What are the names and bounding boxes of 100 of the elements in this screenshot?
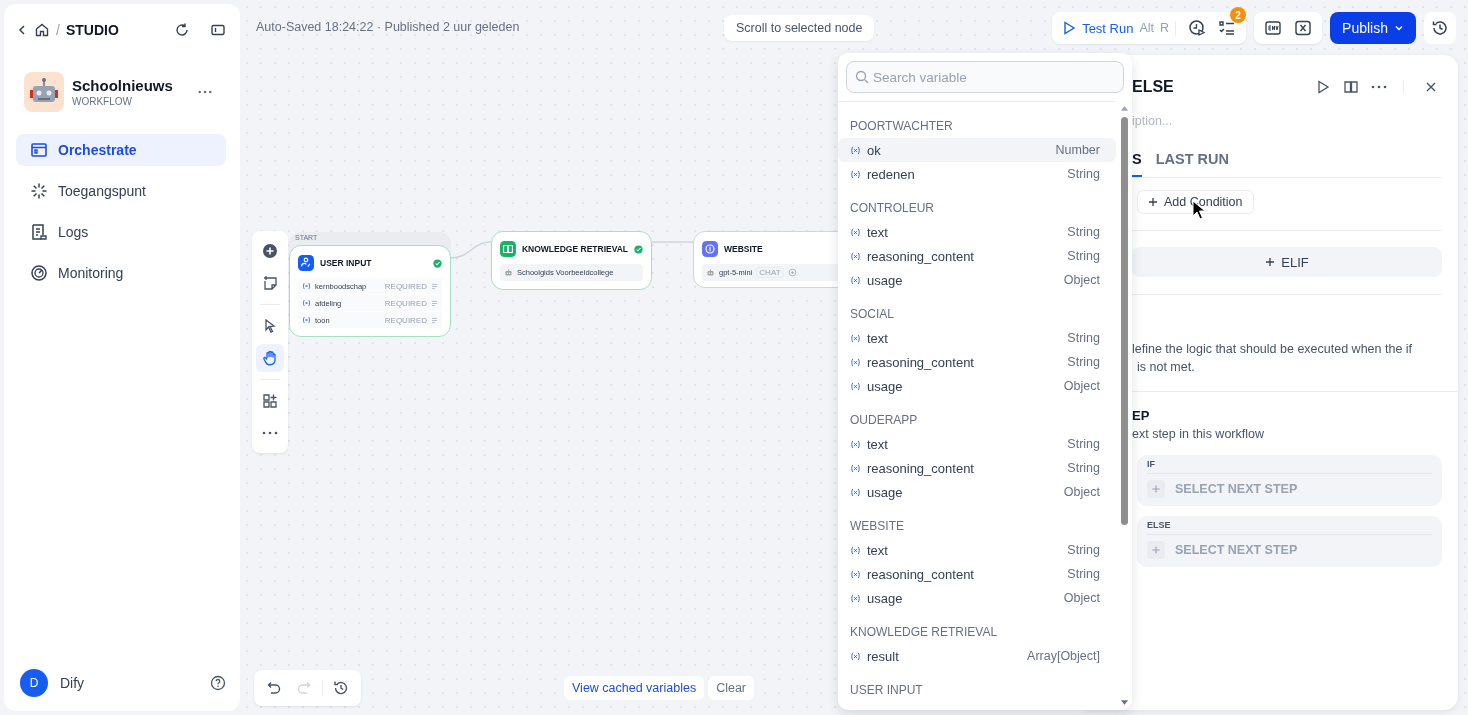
node-title: KNOWLEDGE RETRIEVAL — [521, 244, 629, 254]
plus-icon — [1147, 541, 1165, 559]
canvas-tool[interactable] — [256, 344, 284, 372]
view-cached-variables-button[interactable]: View cached variables — [564, 676, 705, 700]
nav-item[interactable]: Toegangspunt — [16, 175, 226, 207]
field-type-icon — [431, 282, 438, 290]
node-type-icon — [702, 241, 718, 257]
group-heading: OUDERAPP — [849, 412, 919, 429]
variable-option[interactable]: reasoning_content String — [838, 350, 1116, 374]
section-title: EP — [1132, 408, 1151, 423]
home-icon[interactable] — [34, 22, 50, 38]
variable-option[interactable]: usage Object — [838, 374, 1116, 398]
variable-option[interactable]: redenen String — [838, 162, 1116, 186]
variable-icon — [850, 227, 861, 237]
node-type-icon — [298, 255, 314, 271]
plus-icon — [1148, 197, 1158, 207]
field-tag: REQUIRED — [384, 281, 427, 291]
nav-item[interactable]: Orchestrate — [16, 134, 226, 166]
variable-icon — [850, 357, 861, 367]
refresh-icon[interactable] — [174, 22, 190, 38]
history-icon[interactable] — [333, 680, 349, 696]
breadcrumb-label[interactable]: STUDIO — [65, 22, 119, 38]
edge-line — [450, 241, 492, 259]
section-description: ext step in this workflow — [1132, 427, 1265, 441]
variable-icon — [850, 275, 861, 285]
pointer-icon — [262, 318, 278, 334]
plus-icon — [1265, 257, 1276, 267]
count-badge: 2 — [1230, 7, 1247, 23]
more-icon[interactable] — [198, 90, 212, 94]
document-icon — [30, 223, 48, 241]
nav-item[interactable]: Logs — [16, 216, 226, 248]
variable-icon — [302, 316, 311, 324]
history-icon — [1431, 19, 1449, 37]
back-icon[interactable] — [16, 24, 28, 36]
scroll-to-node-button[interactable]: Scroll to selected node — [724, 15, 875, 41]
variable-option[interactable]: text String — [838, 326, 1116, 350]
help-icon[interactable] — [210, 675, 226, 691]
node-title: USER INPUT — [320, 258, 373, 268]
chevron-down-icon — [1394, 23, 1404, 33]
else-description: is not met. — [1137, 359, 1196, 376]
elif-button[interactable]: ELIF — [1132, 247, 1442, 277]
scroll-down-icon[interactable] — [1119, 700, 1129, 706]
variable-icon — [850, 333, 861, 343]
version-history-button[interactable] — [1424, 12, 1456, 44]
app-name: Schoolnieuws — [72, 77, 174, 94]
search-icon — [855, 70, 869, 84]
variable-icon — [850, 169, 861, 179]
gauge-icon — [30, 264, 48, 282]
settings-icon — [787, 268, 797, 277]
group-heading: POORTWACHTER — [849, 118, 954, 135]
variable-option[interactable]: reasoning_content String — [838, 456, 1116, 480]
variable-icon — [850, 439, 861, 449]
book-icon[interactable] — [1343, 79, 1359, 95]
nav-item[interactable]: Monitoring — [16, 257, 226, 289]
sidebar-toggle-icon[interactable] — [210, 22, 226, 38]
panel-tab[interactable]: LAST RUN — [1155, 151, 1229, 177]
variable-icon[interactable] — [1294, 19, 1313, 37]
breadcrumb-separator: / — [56, 22, 60, 38]
variable-option[interactable]: usage Object — [838, 586, 1116, 610]
variable-icon — [850, 145, 861, 155]
app-type: WORKFLOW — [72, 96, 133, 107]
robot-icon — [706, 268, 715, 277]
variable-icon — [850, 251, 861, 261]
variable-option[interactable]: text String — [838, 432, 1116, 456]
variable-option[interactable]: reasoning_content String — [838, 562, 1116, 586]
note-icon — [262, 275, 278, 291]
play-icon[interactable] — [1315, 79, 1331, 95]
robot-avatar-icon — [24, 72, 64, 112]
user-name: Dify — [60, 675, 85, 691]
burst-icon — [30, 182, 48, 200]
publish-button[interactable]: Publish — [1330, 12, 1416, 44]
variable-icon — [302, 299, 311, 307]
scrollbar[interactable] — [1119, 105, 1129, 706]
window-icon — [30, 141, 48, 159]
user-avatar[interactable]: D — [20, 669, 48, 697]
variable-option[interactable]: text String — [838, 538, 1116, 562]
clock-play-icon[interactable] — [1188, 19, 1207, 37]
checklist-icon[interactable] — [1218, 19, 1237, 37]
scroll-up-icon[interactable] — [1119, 105, 1129, 111]
branch-label: IF — [1147, 459, 1432, 474]
group-heading: USER INPUT — [849, 682, 924, 699]
variable-option[interactable]: result Array[Object] — [838, 644, 1116, 668]
variable-option[interactable]: usage Object — [838, 480, 1116, 504]
env-icon[interactable] — [1264, 19, 1283, 37]
hand-icon — [262, 350, 278, 366]
group-heading: WEBSITE — [849, 518, 905, 535]
variable-icon — [850, 569, 861, 579]
variable-option[interactable]: ok Number — [838, 138, 1116, 162]
undo-icon[interactable] — [266, 680, 282, 696]
clear-button[interactable]: Clear — [708, 676, 755, 700]
variable-icon — [302, 282, 311, 290]
close-icon[interactable] — [1424, 80, 1438, 94]
panel-title: ELSE — [1132, 78, 1174, 96]
field-type-icon — [431, 316, 438, 324]
add-condition-button[interactable]: Add Condition — [1137, 190, 1254, 214]
field-type-icon — [431, 299, 438, 307]
plus-icon — [1147, 480, 1165, 498]
layout-icon — [262, 393, 278, 409]
field-tag: REQUIRED — [384, 315, 427, 325]
search-field[interactable]: Search variable — [846, 61, 1124, 93]
